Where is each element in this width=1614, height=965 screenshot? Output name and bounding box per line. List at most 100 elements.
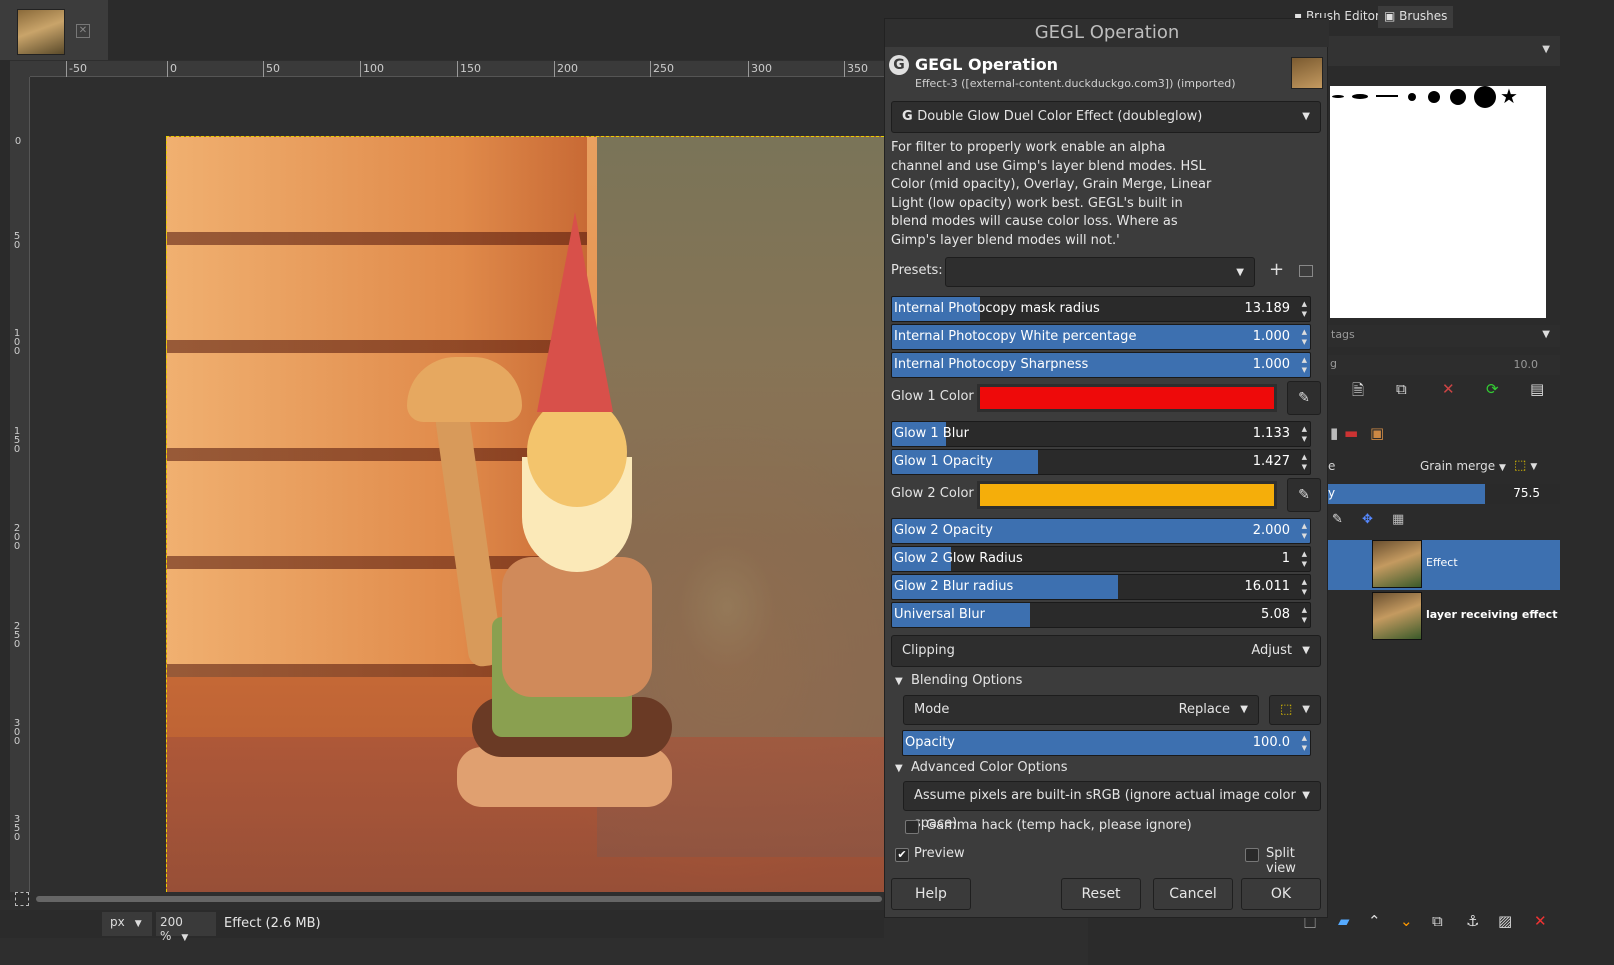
image-tab-strip: ✕ (0, 0, 108, 60)
slider-value: 2.000 (1252, 523, 1290, 538)
unit-select[interactable]: px ▼ (102, 912, 152, 936)
anchor-layer-icon[interactable]: ⚓ (1466, 912, 1479, 930)
dialog-titlebar[interactable]: GEGL Operation (885, 19, 1329, 47)
clipping-select[interactable]: Clipping Adjust ▼ (891, 635, 1321, 667)
cancel-button[interactable]: Cancel (1153, 878, 1233, 910)
add-preset-icon[interactable]: + (1269, 261, 1284, 279)
star-brush-icon[interactable]: ★ (1500, 84, 1518, 108)
brush-item[interactable] (1474, 86, 1496, 108)
spin-arrows-icon[interactable]: ▲ ▼ (1302, 355, 1307, 375)
horizontal-ruler[interactable]: -50 0 50 100 150 200 250 300 350 (30, 61, 930, 77)
brush-grid[interactable]: ★ (1330, 84, 1546, 318)
param-slider[interactable]: Universal Blur 5.08 ▲ ▼ (891, 602, 1311, 628)
blending-options-expander[interactable]: ▼ Blending Options (895, 673, 1022, 688)
gamma-hack-checkbox[interactable] (905, 820, 919, 834)
spin-arrows-icon[interactable]: ▲ ▼ (1302, 521, 1307, 541)
color-picker-icon[interactable]: ✎ (1287, 478, 1321, 512)
brush-header[interactable]: ▼ (1328, 36, 1560, 66)
channels-tab-icon[interactable]: ▬ (1344, 424, 1358, 442)
glow2-color-button[interactable] (977, 481, 1277, 509)
tab-brushes[interactable]: ▣ Brushes (1378, 6, 1454, 28)
canvas-image[interactable] (166, 136, 884, 892)
brush-item[interactable] (1450, 89, 1466, 105)
spin-arrows-icon[interactable]: ▲ ▼ (1302, 299, 1307, 319)
brush-item[interactable] (1352, 94, 1368, 99)
clipping-value: Adjust (1251, 643, 1292, 658)
param-slider[interactable]: Glow 1 Opacity 1.427 ▲ ▼ (891, 449, 1311, 475)
param-slider[interactable]: Glow 2 Glow Radius 1 ▲ ▼ (891, 546, 1311, 572)
ruler-corner[interactable] (10, 61, 30, 77)
image-tab-thumbnail[interactable] (17, 9, 65, 55)
lock-position-icon[interactable]: ✥ (1362, 512, 1373, 527)
operation-select[interactable]: G Double Glow Duel Color Effect (doubleg… (891, 101, 1321, 133)
preview-checkbox[interactable]: ✔ (895, 848, 909, 862)
duplicate-icon[interactable]: ⧉ (1396, 380, 1407, 398)
param-slider[interactable]: Internal Photocopy White percentage 1.000… (891, 324, 1311, 350)
layers-tab-icon[interactable]: ▣ (1370, 424, 1384, 442)
layer-opacity-slider[interactable]: y 75.5 (1328, 484, 1560, 504)
blend-mode-select[interactable]: Mode Replace ▼ (903, 695, 1259, 725)
refresh-icon[interactable]: ⟳ (1486, 380, 1499, 398)
layer-row[interactable]: layer receiving effect (1328, 592, 1560, 642)
ok-button[interactable]: OK (1241, 878, 1321, 910)
brush-spacing-slider[interactable]: g 10.0 (1328, 355, 1560, 375)
chevron-down-icon: ▼ (1542, 329, 1550, 340)
zoom-select[interactable]: 200 % ▼ (156, 912, 216, 943)
spin-arrows-icon[interactable]: ▲ ▼ (1302, 424, 1307, 444)
param-slider[interactable]: Glow 2 Blur radius 16.011 ▲ ▼ (891, 574, 1311, 600)
mask-icon[interactable]: ▨ (1498, 912, 1512, 930)
spin-arrows-icon[interactable]: ▲ ▼ (1302, 577, 1307, 597)
ruler-label: 0 (167, 61, 177, 77)
split-view-checkbox[interactable] (1245, 848, 1259, 862)
raise-layer-icon[interactable]: ⌃ (1368, 912, 1381, 930)
save-icon[interactable]: 🗎 (1352, 380, 1364, 405)
horizontal-scrollbar[interactable] (36, 896, 882, 902)
delete-icon[interactable]: ✕ (1442, 380, 1455, 398)
close-icon[interactable]: ✕ (76, 24, 90, 38)
reset-button[interactable]: Reset (1061, 878, 1141, 910)
spin-arrows-icon[interactable]: ▲ ▼ (1302, 733, 1307, 753)
layer-row[interactable]: Effect (1328, 540, 1560, 590)
param-slider[interactable]: Glow 2 Opacity 2.000 ▲ ▼ (891, 518, 1311, 544)
vertical-ruler[interactable]: 0 50 100 150 200 250 300 350 (10, 77, 30, 892)
delete-layer-icon[interactable]: ✕ (1534, 912, 1547, 930)
spin-arrows-icon[interactable]: ▲ ▼ (1302, 327, 1307, 347)
slider-label: Glow 2 Glow Radius (894, 551, 1023, 566)
color-space-select[interactable]: Assume pixels are built-in sRGB (ignore … (903, 781, 1321, 831)
presets-select[interactable]: ▼ (945, 257, 1255, 287)
paths-tab-icon[interactable]: ▮ (1330, 424, 1338, 442)
spin-arrows-icon[interactable]: ▲ ▼ (1302, 605, 1307, 625)
clipping-label: Clipping (902, 643, 955, 658)
slider-value: 5.08 (1261, 607, 1290, 622)
help-button[interactable]: Help (891, 878, 971, 910)
open-icon[interactable]: ▤ (1530, 380, 1544, 398)
color-picker-icon[interactable]: ✎ (1287, 381, 1321, 415)
param-slider[interactable]: Glow 1 Blur 1.133 ▲ ▼ (891, 421, 1311, 447)
preset-menu-icon[interactable] (1299, 265, 1313, 277)
spin-arrows-icon[interactable]: ▲ ▼ (1302, 549, 1307, 569)
new-group-icon[interactable]: ▰ (1338, 912, 1350, 930)
lower-layer-icon[interactable]: ⌄ (1400, 912, 1413, 930)
brush-item[interactable] (1408, 93, 1416, 101)
statusbar: px ▼ 200 % ▼ Effect (2.6 MB) (0, 910, 884, 943)
brush-item[interactable] (1428, 91, 1440, 103)
param-slider[interactable]: Internal Photocopy mask radius 13.189 ▲ ▼ (891, 296, 1311, 322)
chevron-down-icon: ▼ (134, 919, 142, 929)
lock-alpha-icon[interactable]: ▦ (1392, 512, 1404, 527)
opacity-slider[interactable]: Opacity 100.0 ▲ ▼ (902, 730, 1311, 756)
layer-thumbnail (1372, 592, 1422, 640)
brush-tags-field[interactable]: tags ▼ (1328, 325, 1560, 347)
lock-pixels-icon[interactable]: ✎ (1332, 512, 1343, 527)
brush-item[interactable] (1376, 95, 1398, 97)
spin-arrows-icon[interactable]: ▲ ▼ (1302, 452, 1307, 472)
glow1-color-button[interactable] (977, 384, 1277, 412)
composite-mode-button[interactable]: ⬚ ▼ (1514, 454, 1554, 478)
duplicate-layer-icon[interactable]: ⧉ (1432, 912, 1443, 930)
param-slider[interactable]: Internal Photocopy Sharpness 1.000 ▲ ▼ (891, 352, 1311, 378)
navigate-icon[interactable] (15, 892, 29, 906)
advanced-color-expander[interactable]: ▼ Advanced Color Options (895, 760, 1068, 775)
layer-mode-select[interactable]: Grain merge ▼ (1412, 454, 1506, 478)
composite-mode-button[interactable]: ⬚ ▼ (1269, 695, 1321, 725)
chevron-down-icon: ▼ (1302, 790, 1310, 801)
brush-item[interactable] (1332, 95, 1344, 98)
